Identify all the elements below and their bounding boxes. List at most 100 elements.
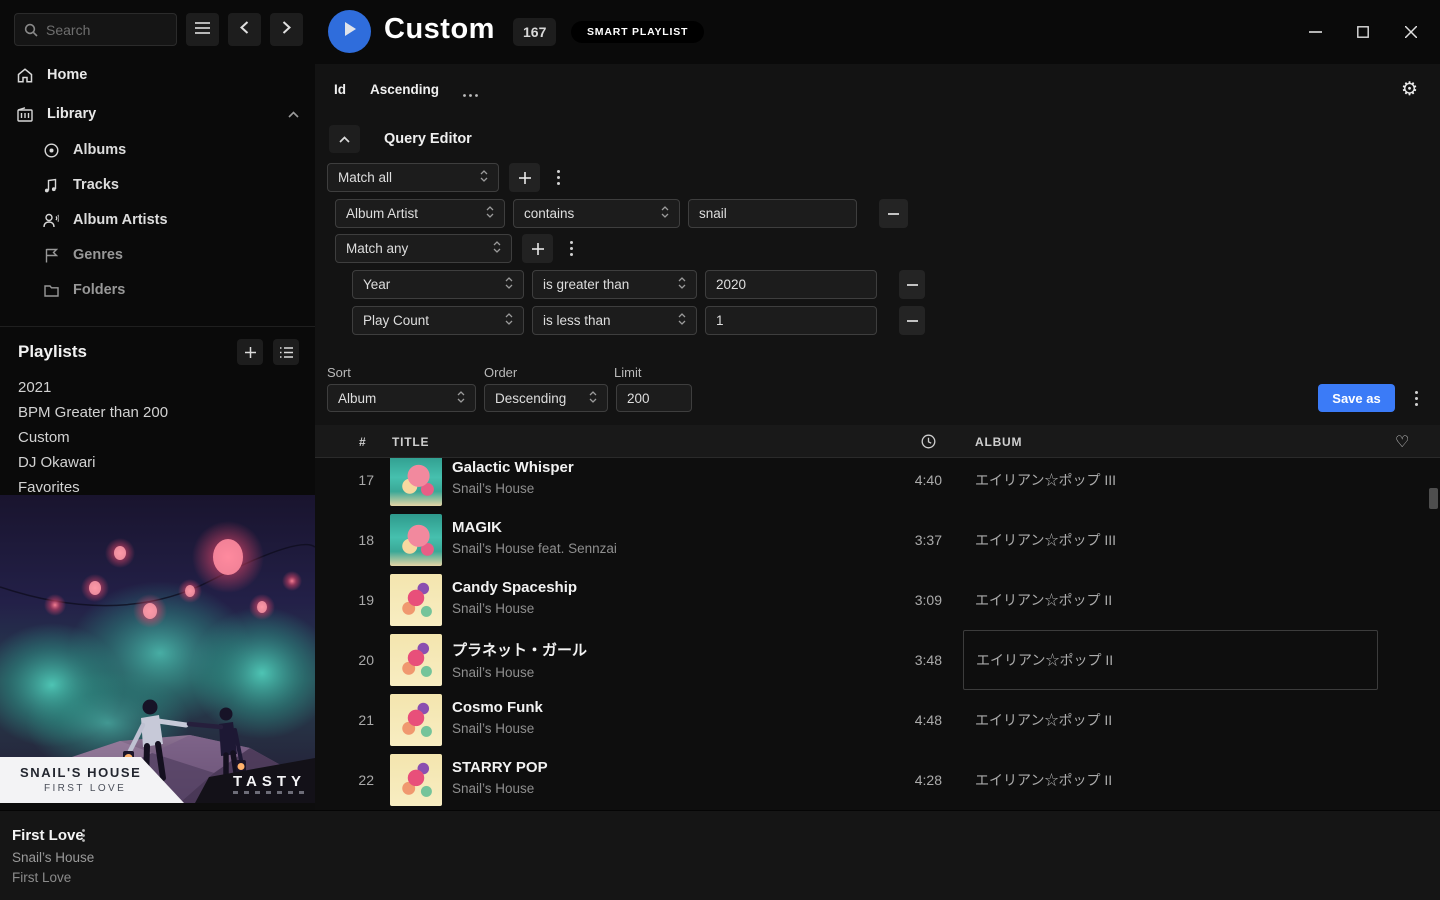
sidebar-item-albums[interactable]: Albums [42,138,315,162]
track-art-thumbnail [390,574,442,626]
artwork-brand: TASTY [233,773,306,790]
tracklist-rows: 17 Galactic Whisper Snail’s House 4:40 エ… [315,458,1440,810]
add-rule-button[interactable] [509,163,540,192]
window-minimize-button[interactable] [1300,17,1330,47]
group-menu-icon[interactable] [561,234,581,263]
column-duration-clock-icon[interactable] [921,425,936,458]
limit-input[interactable] [616,384,692,412]
rule-operator-select[interactable]: is greater than [532,270,697,299]
save-menu-icon[interactable] [1405,386,1427,410]
track-album-cell[interactable]: エイリアン☆ポップ II [963,570,1378,630]
match-type-select[interactable]: Match all [327,163,499,192]
artwork-title: FIRST LOVE [44,783,126,794]
table-row[interactable]: 21 Cosmo Funk Snail’s House 4:48 エイリアン☆ポ… [315,690,1440,750]
column-album[interactable]: ALBUM [975,425,1022,458]
rule-field-select[interactable]: Year [352,270,524,299]
table-row[interactable]: 22 STARRY POP Snail’s House 4:28 エイリアン☆ポ… [315,750,1440,810]
playlist-view-button[interactable] [273,339,299,365]
remove-rule-button[interactable] [879,199,908,228]
remove-rule-button[interactable] [899,306,925,335]
playlist-item[interactable]: DJ Okawari [18,450,315,475]
playlists-section: Playlists 2021 BPM Greater than 200 Cu [0,326,315,500]
table-row[interactable]: 19 Candy Spaceship Snail’s House 3:09 エイ… [315,570,1440,630]
add-playlist-button[interactable] [237,339,263,365]
table-row[interactable]: 18 MAGIK Snail’s House feat. Sennzai 3:3… [315,510,1440,570]
select-arrows-icon [678,277,686,292]
sidebar-item-genres[interactable]: Genres [42,243,315,267]
now-playing-menu-icon[interactable] [82,829,85,847]
menu-button[interactable] [186,13,219,46]
app-window: Home Library [0,0,1440,900]
sidebar-item-album-artists[interactable]: Album Artists [42,208,315,232]
track-art-thumbnail [390,458,442,506]
search-box[interactable] [14,13,177,46]
track-art-thumbnail [390,754,442,806]
order-select[interactable]: Descending [484,384,608,412]
main-content: Custom 167 SMART PLAYLIST Id Ascending [315,0,1440,810]
track-album-cell[interactable]: エイリアン☆ポップ II [963,630,1378,690]
sidebar-item-label: Library [47,106,96,122]
rule-operator-select[interactable]: is less than [532,306,697,335]
window-maximize-button[interactable] [1348,17,1378,47]
column-number[interactable]: # [359,425,366,458]
sidebar-item-library[interactable]: Library [0,99,315,129]
track-album-cell[interactable]: エイリアン☆ポップ II [963,750,1378,810]
sort-field-button[interactable]: Id [334,82,346,97]
table-row[interactable]: 17 Galactic Whisper Snail’s House 4:40 エ… [315,458,1440,510]
nav-back-button[interactable] [228,13,261,46]
match-type-select[interactable]: Match any [335,234,512,263]
rule-operator-select[interactable]: contains [513,199,680,228]
sidebar-item-label: Genres [73,247,123,263]
track-artist: Snail’s House [452,721,892,736]
rule-value-input[interactable] [705,306,877,335]
track-album-cell[interactable]: エイリアン☆ポップ II [963,690,1378,750]
select-arrows-icon [457,391,465,406]
rule-value-input[interactable] [688,199,857,228]
now-playing-artwork[interactable]: SNAIL'S HOUSE FIRST LOVE TASTY [0,495,315,810]
sort-direction-button[interactable]: Ascending [370,82,439,97]
group-menu-icon[interactable] [548,163,568,192]
add-rule-button[interactable] [522,234,553,263]
select-arrows-icon [486,206,494,221]
select-arrows-icon [678,313,686,328]
playlist-item[interactable]: Custom [18,425,315,450]
nav-forward-button[interactable] [270,13,303,46]
window-close-button[interactable] [1396,17,1426,47]
playlist-item[interactable]: 2021 [18,375,315,400]
smart-playlist-badge: SMART PLAYLIST [571,21,704,43]
play-icon [343,21,357,42]
sidebar: Home Library [0,0,315,810]
track-duration: 4:28 [842,750,942,810]
more-options-icon[interactable] [463,84,478,102]
track-number: 19 [340,570,374,630]
search-icon [24,23,38,37]
column-title[interactable]: TITLE [392,425,429,458]
tracklist-body: 17 Galactic Whisper Snail’s House 4:40 エ… [315,458,1440,810]
settings-gear-icon[interactable]: ⚙ [1401,80,1418,99]
scrollbar-thumb[interactable] [1429,488,1438,509]
column-favorite-heart-icon[interactable]: ♡ [1395,425,1410,458]
track-album-cell[interactable]: エイリアン☆ポップ III [963,458,1378,510]
track-duration: 4:40 [842,458,942,510]
sidebar-item-home[interactable]: Home [0,60,315,90]
rule-value-input[interactable] [705,270,877,299]
track-title: Cosmo Funk [452,699,892,716]
sidebar-item-tracks[interactable]: Tracks [42,173,315,197]
track-artist: Snail’s House feat. Sennzai [452,541,892,556]
sort-select[interactable]: Album [327,384,476,412]
save-as-button[interactable]: Save as [1318,384,1395,412]
rule-field-select[interactable]: Play Count [352,306,524,335]
playlist-item[interactable]: BPM Greater than 200 [18,400,315,425]
remove-rule-button[interactable] [899,270,925,299]
track-title: STARRY POP [452,759,892,776]
table-row[interactable]: 20 プラネット・ガール Snail’s House 3:48 エイリアン☆ポッ… [315,630,1440,690]
query-editor-collapse-button[interactable] [329,125,360,153]
now-playing-artist: Snail’s House [12,850,94,865]
rule-field-select[interactable]: Album Artist [335,199,505,228]
flag-icon [42,248,60,263]
sidebar-item-folders[interactable]: Folders [42,278,315,302]
play-playlist-button[interactable] [328,10,371,53]
select-arrows-icon [661,206,669,221]
track-album-cell[interactable]: エイリアン☆ポップ III [963,510,1378,570]
chevron-up-icon[interactable] [288,106,299,122]
